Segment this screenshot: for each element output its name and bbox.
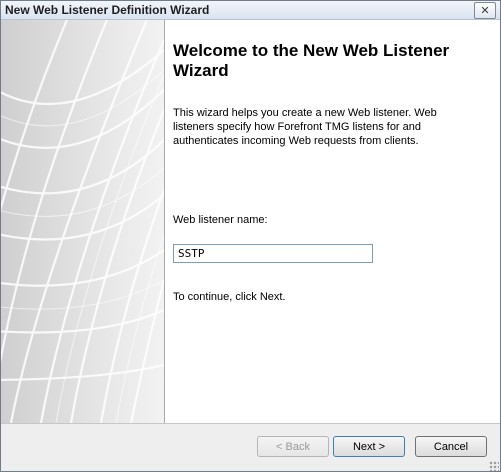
title-bar[interactable]: New Web Listener Definition Wizard ✕ — [1, 1, 500, 20]
wizard-window: New Web Listener Definition Wizard ✕ Wel… — [0, 0, 501, 472]
close-button[interactable]: ✕ — [474, 2, 496, 19]
wizard-description: This wizard helps you create a new Web l… — [173, 107, 437, 147]
listener-name-label: Web listener name: — [173, 214, 268, 226]
page-title: Welcome to the New Web Listener Wizard — [173, 41, 450, 80]
next-button[interactable]: Next > — [333, 436, 405, 457]
window-title: New Web Listener Definition Wizard — [5, 3, 210, 17]
cancel-button[interactable]: Cancel — [415, 436, 487, 457]
wizard-side-graphic — [1, 20, 165, 423]
back-button[interactable]: < Back — [257, 436, 329, 457]
button-bar: < Back Next > Cancel — [1, 423, 500, 471]
listener-name-input[interactable]: SSTP — [173, 244, 373, 263]
resize-grip[interactable] — [489, 461, 499, 471]
curved-lines-graphic — [1, 20, 164, 423]
continue-instruction: To continue, click Next. — [173, 291, 286, 303]
close-icon: ✕ — [480, 5, 490, 17]
